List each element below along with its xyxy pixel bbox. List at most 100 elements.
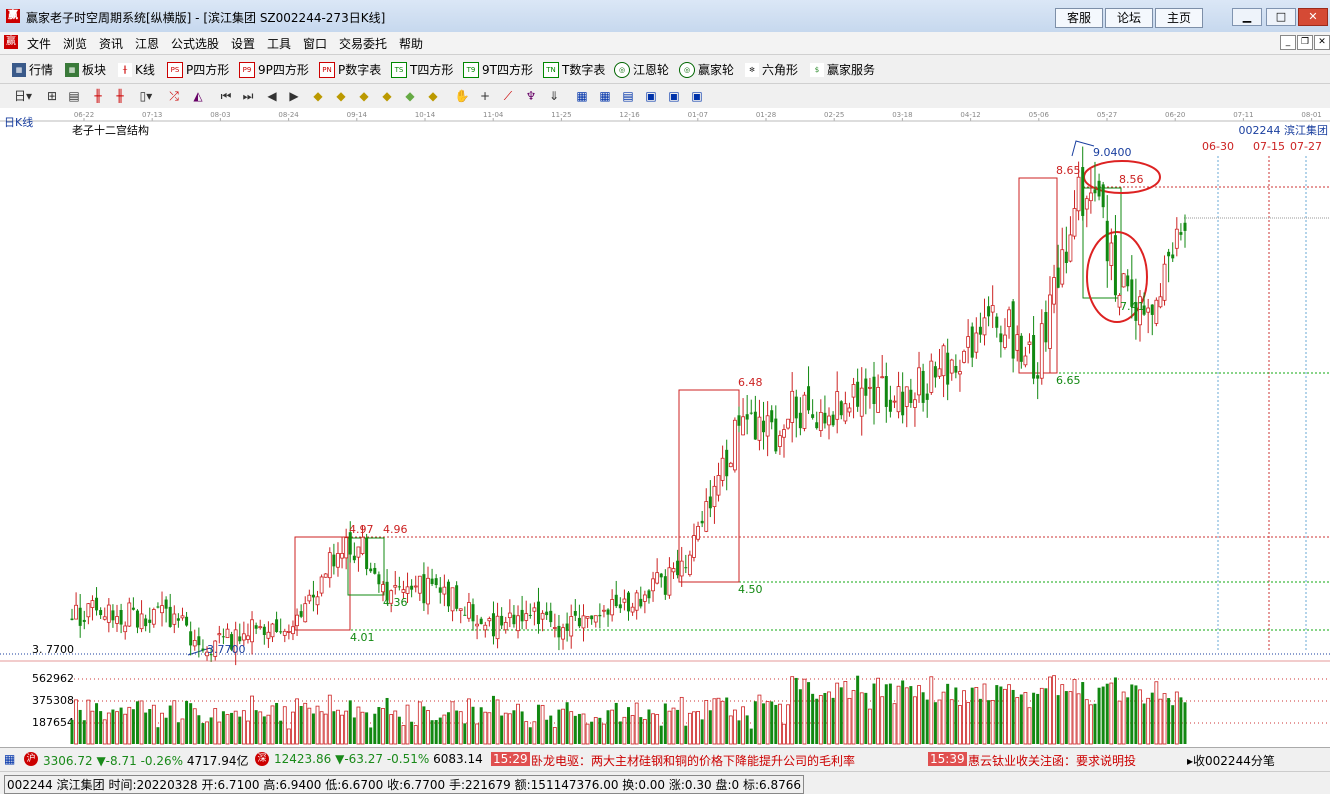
volume-bar-up (1109, 682, 1114, 745)
move-up-icon[interactable]: ◆ (402, 88, 418, 104)
volume-bar-up (765, 701, 770, 745)
volume-bar-up (1138, 689, 1142, 745)
child-restore-button[interactable]: ❐ (1297, 35, 1313, 50)
grid-small-icon[interactable]: ▦ (4, 752, 15, 766)
move-right-icon[interactable]: ◆ (379, 88, 395, 104)
arrow-down-icon[interactable]: ⇓ (546, 88, 562, 104)
menu-trade[interactable]: 交易委托 (339, 35, 387, 52)
volume-bar-up (569, 711, 574, 745)
sz-index-value[interactable]: 12423.86 ▼-63.27 -0.51% 6083.14 (274, 752, 483, 766)
export-icon[interactable]: ▣ (689, 88, 705, 104)
toolbar-gann-wheel[interactable]: ◎ 江恩轮 (614, 61, 669, 78)
menu-help[interactable]: 帮助 (399, 35, 423, 52)
child-close-button[interactable]: ✕ (1314, 35, 1330, 50)
toolbar-t-number[interactable]: TN T数字表 (543, 61, 605, 78)
menu-gann[interactable]: 江恩 (135, 35, 159, 52)
volume-bar-up (417, 701, 422, 745)
toolbar-winner-wheel[interactable]: ◎ 赢家轮 (679, 61, 734, 78)
volume-bar-down (663, 703, 667, 744)
indicator-icon[interactable]: ⤮ (166, 88, 182, 104)
minimize-button[interactable]: ▁ (1232, 8, 1262, 26)
volume-bar-up (1015, 697, 1020, 745)
table-icon[interactable]: ▦ (597, 88, 613, 104)
candle-up (1162, 263, 1167, 301)
candle-down (438, 587, 442, 593)
label-665: 6.65 (1056, 374, 1081, 387)
home-link[interactable]: 主页 (1155, 8, 1203, 28)
pattern-icon[interactable]: ♆ (523, 88, 539, 104)
page-icon[interactable]: ▤ (66, 88, 82, 104)
flag-icon[interactable]: ◭ (190, 88, 206, 104)
trend-line-icon[interactable]: ⟋ (500, 88, 516, 104)
news1-headline[interactable]: 卧龙电驱：两大主材硅钢和铜的价格下降能提升公司的毛利率 (531, 752, 855, 769)
toolbar-t-square[interactable]: TS T四方形 (391, 61, 453, 78)
menu-settings[interactable]: 设置 (231, 35, 255, 52)
period-dropdown-icon[interactable]: 日▾ (10, 88, 36, 104)
move-down-icon[interactable]: ◆ (425, 88, 441, 104)
maximize-button[interactable]: □ (1266, 8, 1296, 26)
volume-bar-down (921, 692, 925, 744)
toolbar-hexagon[interactable]: ✻ 六角形 (745, 61, 798, 78)
candle-down (78, 607, 82, 626)
candle-down (1044, 312, 1048, 343)
volume-bar-down (995, 685, 999, 744)
kline-chart-svg[interactable]: 06-22 07-13 08-03 08-24 09-14 10-14 11-04 11-25… (0, 108, 1330, 746)
sh-index-value[interactable]: 3306.72 ▼-8.71 -0.26% 4717.94亿 (43, 752, 248, 769)
candle-down (446, 581, 450, 607)
pn-icon: PN (319, 61, 335, 78)
volume-bar-up (315, 705, 320, 745)
volume-bar-up (270, 705, 275, 745)
chart-type-icon[interactable]: ⊞ (44, 88, 60, 104)
report-icon[interactable]: ▤ (620, 88, 636, 104)
toolbar-quotes[interactable]: ▦ 行情 (12, 61, 53, 78)
menu-formula[interactable]: 公式选股 (171, 35, 219, 52)
toolbar-p-square[interactable]: PS P四方形 (167, 61, 229, 78)
toolbar-service[interactable]: $ 赢家服务 (810, 61, 875, 78)
menu-window[interactable]: 窗口 (303, 35, 327, 52)
menu-news[interactable]: 资讯 (99, 35, 123, 52)
candle-down (1150, 304, 1154, 315)
menu-tools[interactable]: 工具 (267, 35, 291, 52)
zoom-in-icon[interactable]: ◆ (310, 88, 326, 104)
toolbar-kline[interactable]: ╫ K线 (118, 61, 155, 78)
move-left-icon[interactable]: ◆ (356, 88, 372, 104)
volume-bar-down (647, 709, 651, 744)
hand-icon[interactable]: ✋ (454, 88, 470, 104)
calendar-icon[interactable]: ▦ (574, 88, 590, 104)
candle-down (164, 599, 168, 609)
volume-bar-down (987, 700, 991, 744)
candle-up (381, 584, 385, 593)
toolbar-sector[interactable]: ▦ 板块 (65, 61, 106, 78)
print-icon[interactable]: ▣ (666, 88, 682, 104)
news2-headline[interactable]: 惠云钛业收关注函：要求说明投 (968, 752, 1136, 769)
candle-small-icon[interactable]: ╫ (90, 88, 106, 104)
toolbar-9p-square[interactable]: P9 9P四方形 (239, 61, 309, 78)
last-icon[interactable]: ⏭ (240, 88, 256, 104)
first-icon[interactable]: ⏮ (218, 88, 234, 104)
candle-down (614, 594, 618, 607)
menu-file[interactable]: 文件 (27, 35, 51, 52)
service-link[interactable]: 客服 (1055, 8, 1103, 28)
toolbar-p-number[interactable]: PN P数字表 (319, 61, 381, 78)
close-button[interactable]: ✕ (1298, 8, 1328, 26)
prev-icon[interactable]: ◀ (264, 88, 280, 104)
zoom-out-icon[interactable]: ◆ (333, 88, 349, 104)
menu-browse[interactable]: 浏览 (63, 35, 87, 52)
volume-bar-up (1060, 684, 1065, 745)
kline-chart[interactable]: 06-22 07-13 08-03 08-24 09-14 10-14 11-04 11-25… (0, 108, 1330, 746)
volume-bar-up (291, 711, 295, 745)
bar-info: 002244 滨江集团 时间:20220328 开:6.7100 高:6.940… (0, 771, 1330, 794)
ohlc-dropdown-icon[interactable]: ▯▾ (138, 88, 154, 104)
next-icon[interactable]: ▶ (286, 88, 302, 104)
candle-down (565, 623, 569, 631)
volume-bar-down (221, 711, 225, 744)
forum-link[interactable]: 论坛 (1105, 8, 1153, 28)
toolbar-9t-square[interactable]: T9 9T四方形 (463, 61, 533, 78)
tick-detail-label[interactable]: ▸收002244分笔 (1187, 752, 1275, 769)
candle-up (1084, 198, 1089, 210)
child-minimize-button[interactable]: _ (1280, 35, 1296, 50)
save-icon[interactable]: ▣ (643, 88, 659, 104)
bars-small-icon[interactable]: ╫ (112, 88, 128, 104)
crosshair-icon[interactable]: + (477, 88, 493, 104)
candle-up (941, 345, 946, 377)
